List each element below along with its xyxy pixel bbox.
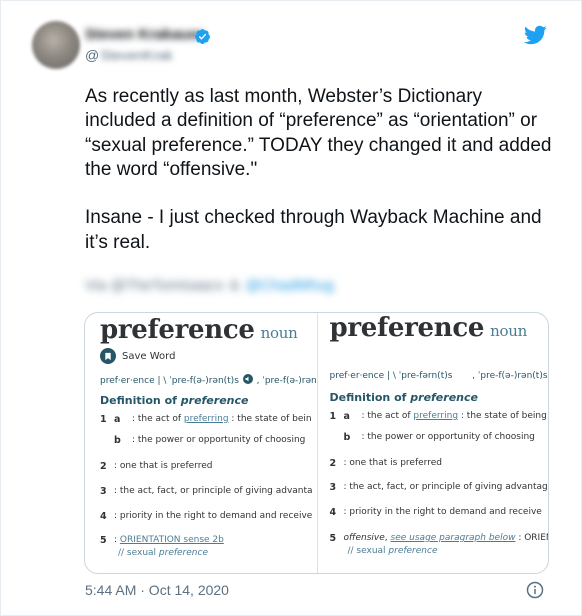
sense-number: 1 [329, 411, 337, 422]
dictionary-panel-after: preference noun pref·er·ence | \ ˈpre-fər… [316, 313, 549, 573]
headword-text: preference [329, 313, 485, 343]
mention-amp: & [229, 277, 240, 294]
headword-text: preference [100, 315, 255, 345]
usage-paragraph-link[interactable]: see usage paragraph below [391, 533, 516, 543]
part-of-speech: noun [260, 324, 298, 342]
mention-prefix: Via @TheTomIsaacs [85, 277, 224, 294]
handle-at: @ [85, 47, 100, 63]
mention-link[interactable]: @ChadMhug [245, 277, 334, 299]
sense-text: : the power or opportunity of choosing [361, 432, 535, 442]
sense-text: offensive, see usage paragraph below : O… [344, 533, 549, 544]
sense-text: : the power or opportunity of choosing [132, 435, 306, 445]
sense-text: : the act, fact, or principle of giving … [343, 482, 548, 492]
pronunciation-primary: pref·er·ence | \ ˈpre-f(ə-)rən(t)s [100, 376, 239, 386]
handle-text: StevenKrak [100, 47, 173, 63]
sense-text: : priority in the right to demand and re… [114, 511, 313, 521]
sense-text: : one that is preferred [114, 461, 213, 471]
preferring-link[interactable]: preferring [184, 414, 229, 424]
pronunciation: pref·er·ence | \ ˈpre-fərn(t)s , ˈpre-f(… [330, 371, 548, 381]
sense-2: 2 : one that is preferred [100, 461, 212, 472]
sense-number: 2 [329, 458, 337, 469]
sense-letter: a [114, 414, 121, 425]
pronunciation-alt: , ˈpre-f(ə-)rən(t) [256, 376, 317, 386]
sense-5: 5 offensive, see usage paragraph below :… [330, 533, 549, 544]
sense-text: : the act of preferring : the state of b… [132, 414, 312, 425]
sense-text-post: : ORIENT [518, 533, 548, 543]
pronunciation-primary: pref·er·ence | \ ˈpre-fərn(t)s [329, 371, 453, 381]
headword: preference noun [330, 313, 528, 343]
sense-text: : priority in the right to demand and re… [343, 507, 542, 517]
pronunciation-alt: , ˈpre-f(ə-)rən(t)s [472, 371, 548, 381]
dictionary-panel-before: preference noun Save Word pref·er·ence | … [85, 313, 317, 573]
info-icon[interactable] [526, 581, 544, 599]
bookmark-icon [100, 348, 116, 364]
twitter-bird-icon[interactable] [523, 23, 547, 47]
sense-1a: 1 a : the act of preferring : the state … [330, 411, 547, 422]
offensive-label: offensive [343, 533, 385, 543]
sense-1b: b : the power or opportunity of choosing [330, 432, 535, 443]
usage-prefix: // sexual [347, 546, 389, 556]
sense-number: 4 [329, 507, 337, 518]
sense-number: 5 [329, 533, 337, 544]
usage-example: // sexual preference [348, 546, 438, 556]
sense-number: 2 [100, 461, 107, 472]
sense-3: 3 : the act, fact, or principle of givin… [330, 482, 548, 493]
definition-heading-word: preference [180, 394, 249, 407]
avatar[interactable] [32, 21, 80, 69]
save-word-button[interactable]: Save Word [100, 348, 175, 364]
sense-text-post: : the state of bein [228, 414, 312, 424]
sense-text-pre: : the act of [361, 411, 414, 421]
pronunciation: pref·er·ence | \ ˈpre-f(ə-)rən(t)s , ˈpr… [100, 374, 317, 386]
usage-prefix: // sexual [118, 548, 159, 558]
preferring-link[interactable]: preferring [413, 411, 458, 421]
tweet-card: Steven Krakauer @ StevenKrak As recently… [0, 0, 582, 616]
sense-number: 3 [329, 482, 337, 493]
sense-2: 2 : one that is preferred [330, 458, 442, 469]
sense-text: : the act of preferring : the state of b… [362, 411, 547, 422]
sense-number-blank [330, 432, 344, 443]
usage-word: preference [158, 548, 208, 558]
speaker-icon[interactable] [242, 374, 253, 384]
definition-heading-prefix: Definition of [329, 391, 411, 404]
sense-1b: b : the power or opportunity of choosing [100, 435, 305, 446]
sense-letter: b [343, 432, 351, 443]
definition-heading: Definition of preference [100, 394, 248, 407]
sense-3: 3 : the act, fact, or principle of givin… [100, 486, 313, 497]
sense-text-post: : the state of being [458, 411, 547, 421]
sense-letter: a [343, 411, 350, 422]
sense-letter: b [114, 435, 121, 446]
sense-5: 5 : ORIENTATION sense 2b [100, 535, 224, 546]
sense-4: 4 : priority in the right to demand and … [100, 511, 312, 522]
sense-number: 5 [100, 535, 107, 546]
sense-number: 1 [100, 414, 107, 425]
definition-heading-word: preference [410, 391, 478, 404]
sense-text: : ORIENTATION sense 2b [114, 535, 224, 546]
blurred-mentions[interactable]: Via @TheTomIsaacs & @ChadMhug [85, 277, 334, 299]
usage-example: // sexual preference [118, 548, 208, 558]
definition-heading: Definition of preference [330, 391, 478, 404]
handle[interactable]: @ StevenKrak [85, 47, 173, 63]
usage-word: preference [388, 546, 438, 556]
part-of-speech: noun [490, 322, 527, 340]
sense-text-pre: : the act of [132, 414, 184, 424]
save-word-label: Save Word [122, 350, 176, 362]
tweet-timestamp[interactable]: 5:44 AM · Oct 14, 2020 [85, 582, 229, 598]
sense-text: : one that is preferred [343, 458, 442, 468]
display-name[interactable]: Steven Krakauer [85, 26, 203, 44]
headword: preference noun [100, 315, 298, 345]
sense-1a: 1 a : the act of preferring : the state … [100, 414, 312, 425]
media-image[interactable]: preference noun Save Word pref·er·ence | … [84, 312, 549, 574]
definition-heading-prefix: Definition of [100, 394, 181, 407]
sense-number: 3 [100, 486, 107, 497]
sense-4: 4 : priority in the right to demand and … [330, 507, 542, 518]
sense-text: : the act, fact, or principle of giving … [114, 486, 313, 496]
sense-number: 4 [100, 511, 107, 522]
tweet-text: As recently as last month, Webster’s Dic… [85, 86, 552, 253]
sense-number-blank [100, 435, 114, 446]
verified-badge-icon [195, 29, 210, 44]
orientation-link[interactable]: ORIENTATION sense 2b [120, 535, 224, 545]
